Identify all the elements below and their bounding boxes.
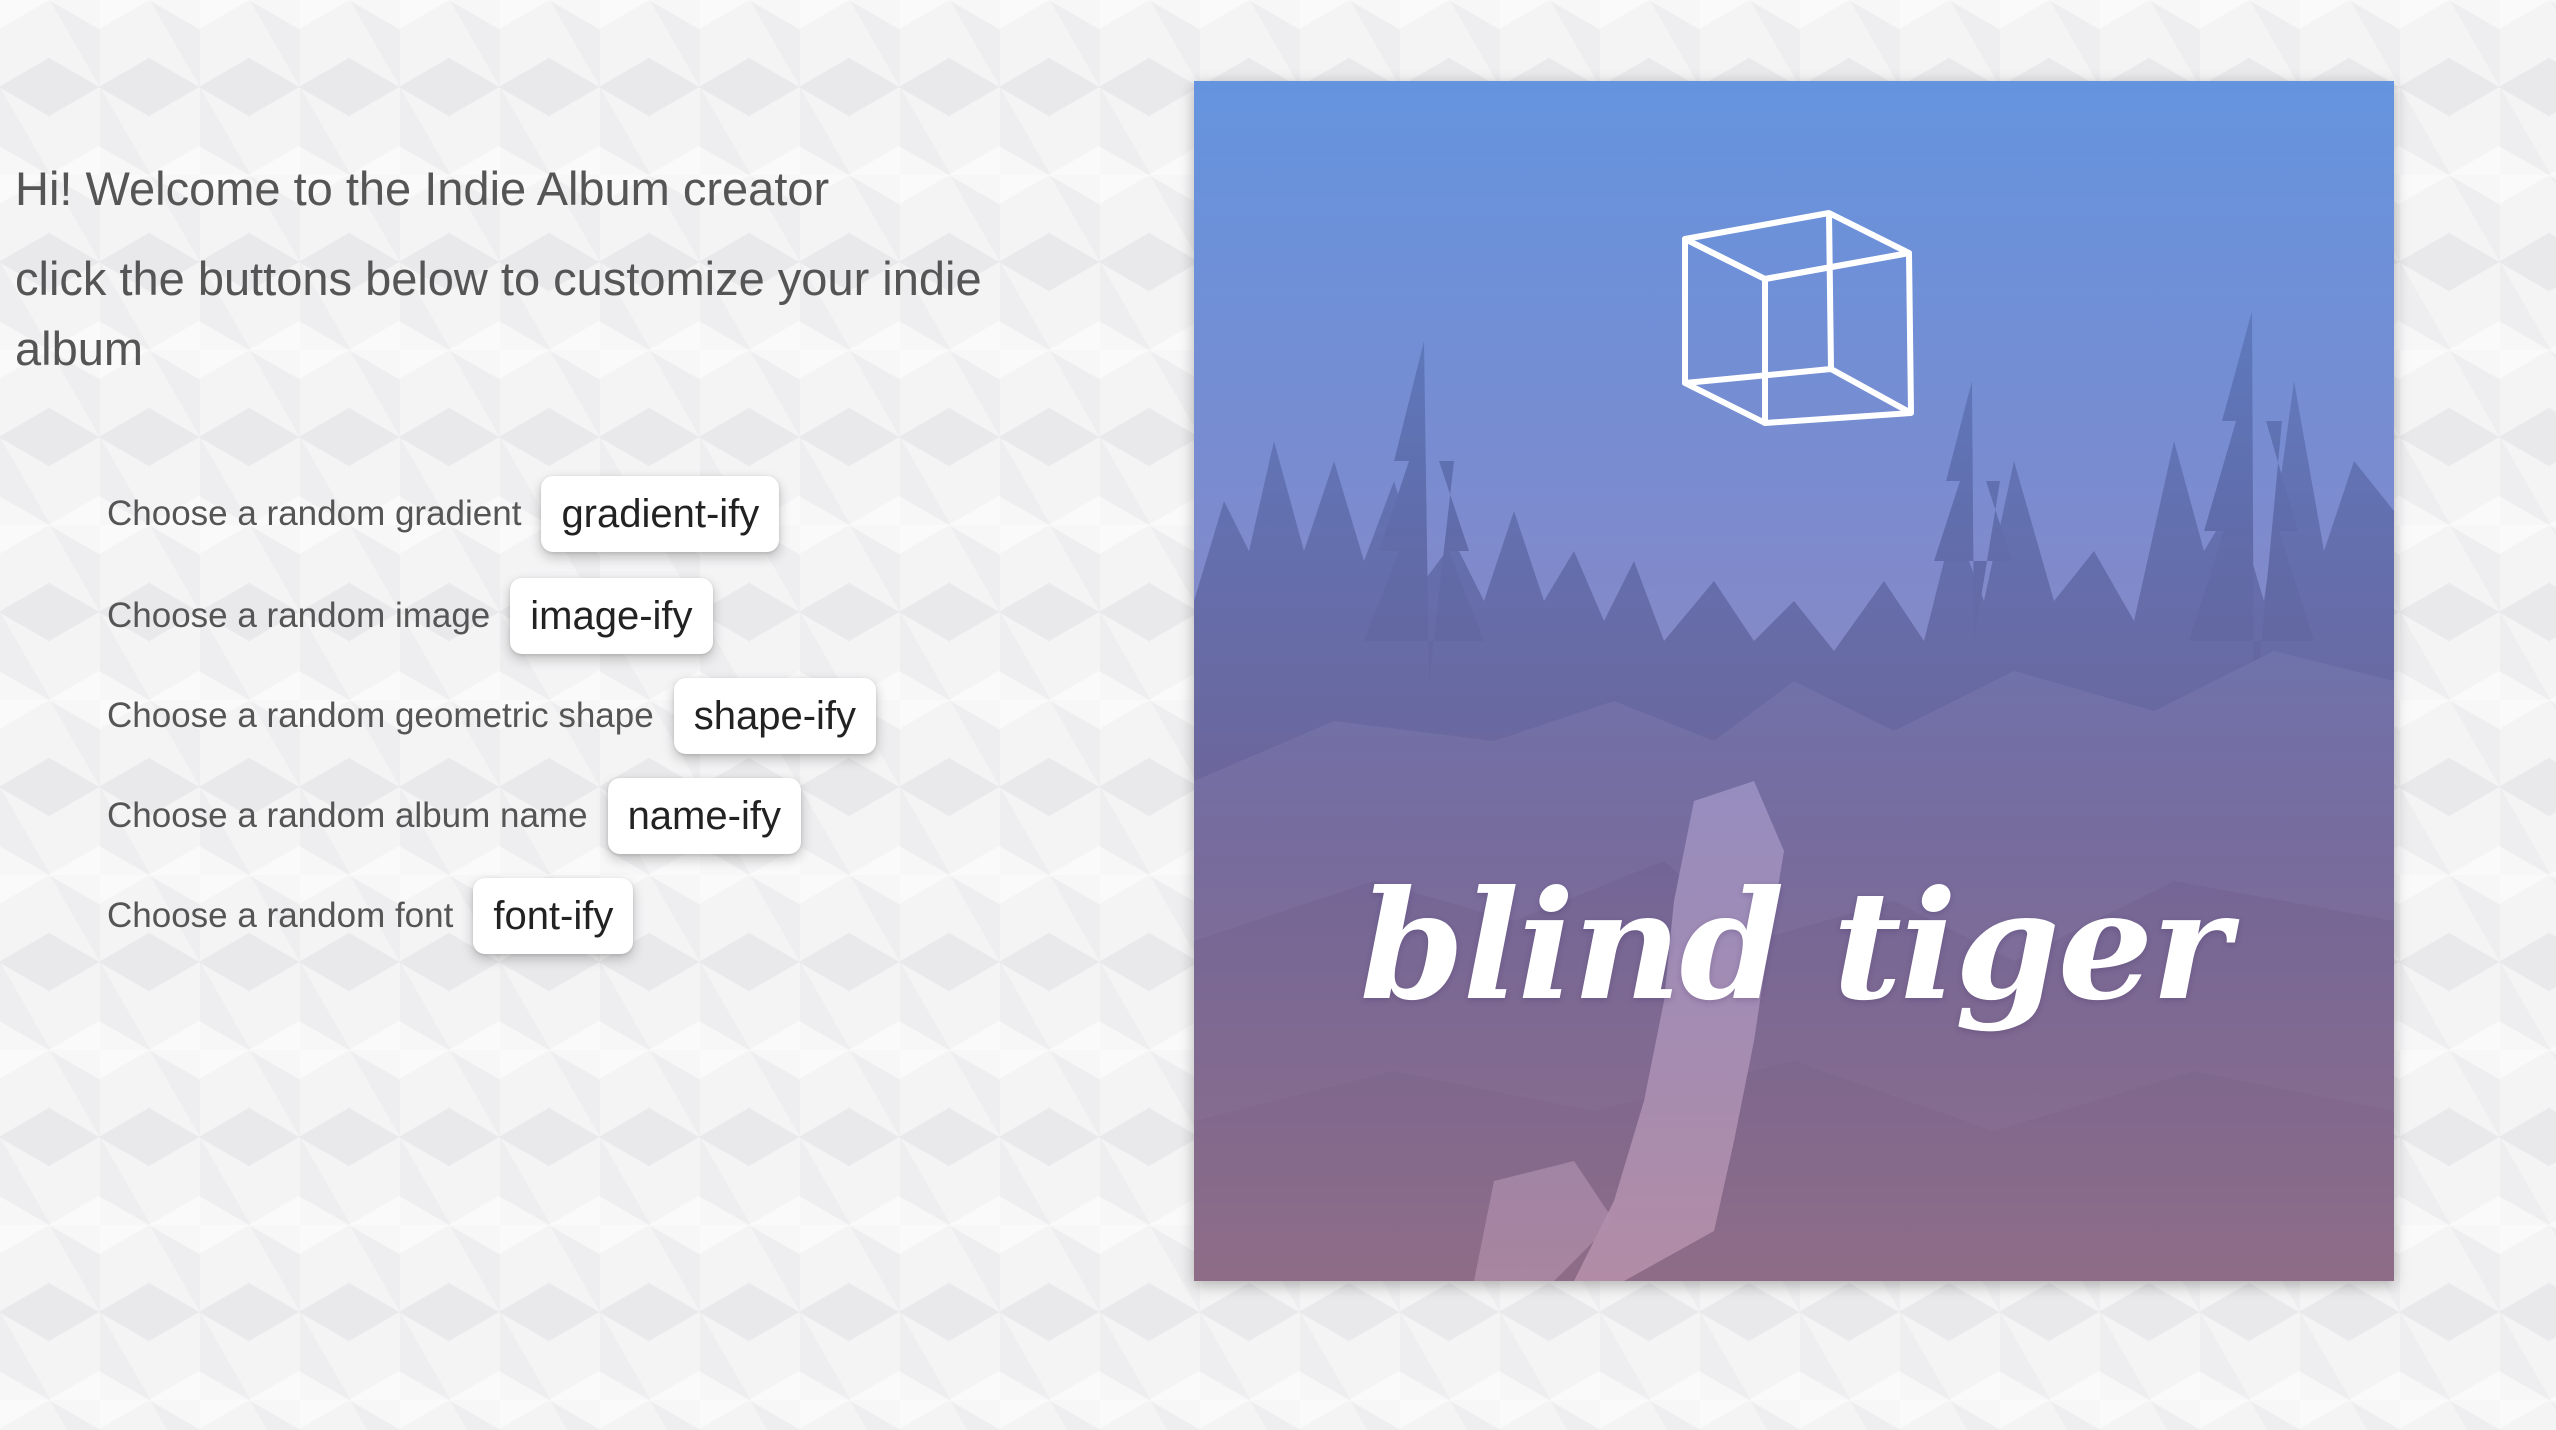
name-label: Choose a random album name <box>107 796 588 835</box>
image-ify-button[interactable]: image-ify <box>510 578 713 654</box>
shape-ify-button[interactable]: shape-ify <box>673 678 877 754</box>
image-control: Choose a random image image-ify <box>107 578 713 654</box>
font-control: Choose a random font font-ify <box>107 878 634 954</box>
shape-label: Choose a random geometric shape <box>107 696 654 735</box>
font-ify-button[interactable]: font-ify <box>473 878 634 954</box>
name-ify-button[interactable]: name-ify <box>607 778 801 854</box>
font-label: Choose a random font <box>107 896 454 935</box>
image-label: Choose a random image <box>107 596 491 635</box>
cube-icon <box>1682 210 1914 426</box>
album-cover: blind tiger <box>1194 81 2394 1281</box>
album-title: blind tiger <box>1359 858 2231 1034</box>
gradient-ify-button[interactable]: gradient-ify <box>541 476 780 552</box>
instructions-text: click the buttons below to customize you… <box>15 252 982 375</box>
name-control: Choose a random album name name-ify <box>107 778 801 854</box>
welcome-heading: Hi! Welcome to the Indie Album creator <box>15 162 830 215</box>
shape-control: Choose a random geometric shape shape-if… <box>107 678 877 754</box>
gradient-label: Choose a random gradient <box>107 494 522 533</box>
gradient-control: Choose a random gradient gradient-ify <box>107 476 780 552</box>
